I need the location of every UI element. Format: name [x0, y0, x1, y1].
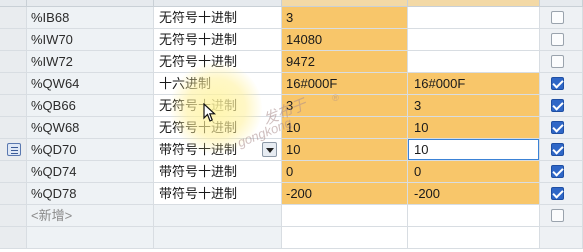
table-row[interactable]: %QD78 带符号十进制 -200 -200	[0, 183, 583, 205]
table-row[interactable]: %IW70 无符号十进制 14080	[0, 29, 583, 51]
header-cell	[154, 0, 282, 6]
modify-checkbox[interactable]	[551, 209, 564, 222]
modify-value-cell	[408, 205, 540, 227]
modify-checkbox[interactable]	[551, 77, 564, 90]
address-cell[interactable]: %QD78	[27, 183, 154, 205]
address-cell[interactable]: %QW64	[27, 73, 154, 95]
table-row[interactable]: %QW68 无符号十进制 10 10	[0, 117, 583, 139]
modify-value-cell[interactable]: 0	[408, 161, 540, 183]
empty-cell	[408, 227, 540, 249]
modify-checkbox-cell[interactable]	[540, 117, 583, 139]
table-row[interactable]: %IW72 无符号十进制 9472	[0, 51, 583, 73]
modify-value-cell[interactable]: 16#000F	[408, 73, 540, 95]
monitor-value-cell	[282, 205, 408, 227]
table-row[interactable]: %QW64 十六进制 16#000F 16#000F	[0, 73, 583, 95]
modify-checkbox-cell[interactable]	[540, 7, 583, 29]
modify-checkbox[interactable]	[551, 55, 564, 68]
header-cell	[282, 0, 408, 6]
row-selector[interactable]	[0, 7, 27, 29]
header-cell	[408, 0, 540, 6]
modify-checkbox-cell[interactable]	[540, 161, 583, 183]
modify-checkbox-cell[interactable]	[540, 73, 583, 95]
row-selector[interactable]	[0, 29, 27, 51]
modify-value-cell[interactable]	[408, 51, 540, 73]
address-cell[interactable]: %IW70	[27, 29, 154, 51]
monitor-value-cell: -200	[282, 183, 408, 205]
row-selector[interactable]	[0, 51, 27, 73]
display-format-select[interactable]: 带符号十进制	[154, 139, 282, 161]
address-cell[interactable]: %QW68	[27, 117, 154, 139]
table-row[interactable]: %IB68 无符号十进制 3	[0, 7, 583, 29]
display-format-cell[interactable]: 无符号十进制	[154, 7, 282, 29]
row-selector[interactable]	[0, 161, 27, 183]
monitor-value-cell: 0	[282, 161, 408, 183]
row-selector[interactable]	[0, 95, 27, 117]
add-new-label[interactable]: <新增>	[27, 205, 154, 227]
modify-checkbox[interactable]	[551, 187, 564, 200]
chevron-down-icon[interactable]	[262, 142, 277, 157]
address-cell[interactable]: %QD70	[27, 139, 154, 161]
row-selector[interactable]	[0, 205, 27, 227]
monitor-value-cell: 14080	[282, 29, 408, 51]
address-cell[interactable]: %IB68	[27, 7, 154, 29]
modify-value-cell[interactable]: -200	[408, 183, 540, 205]
table-header	[0, 0, 583, 7]
display-format-cell[interactable]: 无符号十进制	[154, 95, 282, 117]
row-selector[interactable]	[0, 139, 27, 161]
row-selector[interactable]	[0, 117, 27, 139]
table-row-selected[interactable]: %QD70 带符号十进制 10 10	[0, 139, 583, 161]
display-format-cell[interactable]: 十六进制	[154, 73, 282, 95]
empty-cell	[540, 227, 583, 249]
modify-checkbox-cell[interactable]	[540, 183, 583, 205]
row-selector	[0, 227, 27, 249]
modify-checkbox[interactable]	[551, 99, 564, 112]
monitor-value-cell: 10	[282, 139, 408, 161]
monitor-value-cell: 16#000F	[282, 73, 408, 95]
row-selector[interactable]	[0, 183, 27, 205]
monitor-value-cell: 3	[282, 7, 408, 29]
display-format-value: 带符号十进制	[159, 142, 238, 157]
monitor-value-cell: 10	[282, 117, 408, 139]
modify-checkbox[interactable]	[551, 143, 564, 156]
empty-row	[0, 227, 583, 249]
modify-checkbox[interactable]	[551, 33, 564, 46]
monitor-value-cell: 9472	[282, 51, 408, 73]
modify-checkbox-cell[interactable]	[540, 205, 583, 227]
modify-value-cell[interactable]	[408, 7, 540, 29]
modify-value-cell[interactable]	[408, 29, 540, 51]
empty-cell	[282, 227, 408, 249]
modify-checkbox[interactable]	[551, 11, 564, 24]
modify-checkbox-cell[interactable]	[540, 29, 583, 51]
watch-table: %IB68 无符号十进制 3 %IW70 无符号十进制 14080 %IW72 …	[0, 0, 583, 252]
display-format-cell[interactable]: 无符号十进制	[154, 117, 282, 139]
modify-value-input[interactable]: 10	[408, 139, 540, 161]
address-cell[interactable]: %QB66	[27, 95, 154, 117]
list-row-icon[interactable]	[7, 143, 21, 156]
add-new-row[interactable]: <新增>	[0, 205, 583, 227]
address-cell[interactable]: %QD74	[27, 161, 154, 183]
display-format-cell[interactable]: 带符号十进制	[154, 161, 282, 183]
modify-checkbox[interactable]	[551, 121, 564, 134]
header-cell	[0, 0, 27, 6]
modify-checkbox-cell[interactable]	[540, 139, 583, 161]
row-selector[interactable]	[0, 73, 27, 95]
address-cell[interactable]: %IW72	[27, 51, 154, 73]
header-cell	[27, 0, 154, 6]
modify-checkbox-cell[interactable]	[540, 51, 583, 73]
modify-value-cell[interactable]: 10	[408, 117, 540, 139]
header-cell	[540, 0, 583, 6]
empty-cell	[27, 227, 154, 249]
display-format-cell	[154, 205, 282, 227]
modify-checkbox[interactable]	[551, 165, 564, 178]
table-row[interactable]: %QB66 无符号十进制 3 3	[0, 95, 583, 117]
modify-checkbox-cell[interactable]	[540, 95, 583, 117]
display-format-cell[interactable]: 无符号十进制	[154, 51, 282, 73]
empty-cell	[154, 227, 282, 249]
modify-value-cell[interactable]: 3	[408, 95, 540, 117]
monitor-value-cell: 3	[282, 95, 408, 117]
table-row[interactable]: %QD74 带符号十进制 0 0	[0, 161, 583, 183]
display-format-cell[interactable]: 无符号十进制	[154, 29, 282, 51]
display-format-cell[interactable]: 带符号十进制	[154, 183, 282, 205]
